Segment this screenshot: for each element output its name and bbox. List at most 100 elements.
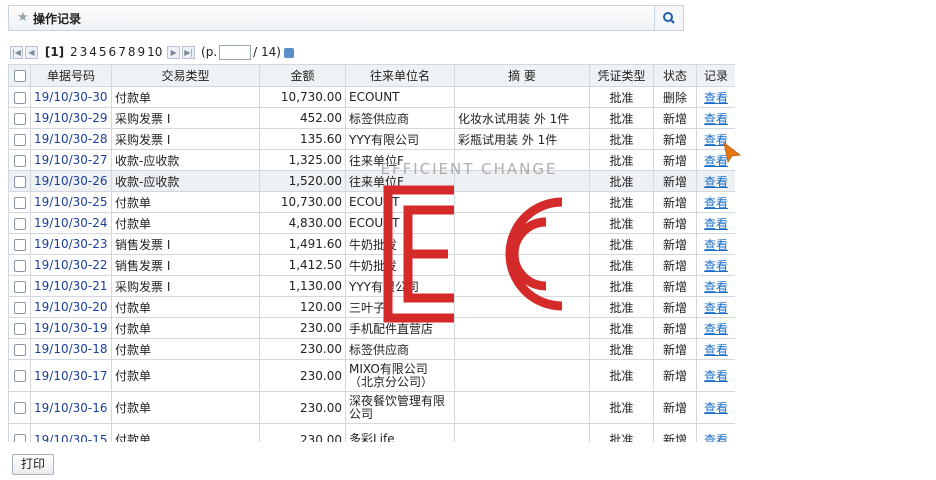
doc-number[interactable]: 19/10/30-22: [30, 254, 112, 276]
row-checkbox[interactable]: [8, 338, 31, 360]
view-record-link[interactable]: 查看: [704, 112, 728, 126]
row-checkbox[interactable]: [8, 191, 31, 213]
record-link-cell[interactable]: 查看: [696, 170, 735, 192]
table-row[interactable]: 19/10/30-22 销售发票 I 1,412.50 牛奶批发 批准 新增 查看: [8, 254, 735, 276]
view-record-link[interactable]: 查看: [704, 343, 728, 357]
view-record-link[interactable]: 查看: [704, 175, 728, 189]
row-checkbox[interactable]: [8, 233, 31, 255]
record-link-cell[interactable]: 查看: [696, 107, 735, 129]
page-link[interactable]: 6: [109, 45, 117, 59]
page-link[interactable]: 4: [89, 45, 97, 59]
table-row[interactable]: 19/10/30-21 采购发票 I 1,130.00 YYY有限公司 批准 新增 查看: [8, 275, 735, 297]
doc-number[interactable]: 19/10/30-24: [30, 212, 112, 234]
records-table-container[interactable]: 单据号码 交易类型 金额 往来单位名 摘 要 凭证类型 状态 记录 19/10/…: [8, 64, 735, 442]
record-link-cell[interactable]: 查看: [696, 212, 735, 234]
table-row[interactable]: 19/10/30-17 付款单 230.00 MIXO有限公司（北京分公司） 批准 新增查…: [8, 359, 735, 392]
doc-number[interactable]: 19/10/30-23: [30, 233, 112, 255]
last-page-button[interactable]: ▶|: [182, 46, 196, 59]
page-link[interactable]: 7: [118, 45, 126, 59]
doc-number[interactable]: 19/10/30-25: [30, 191, 112, 213]
table-row[interactable]: 19/10/30-30 付款单 10,730.00 ECOUNT 批准 删除 查看: [8, 86, 735, 108]
doc-number[interactable]: 19/10/30-27: [30, 149, 112, 171]
doc-number[interactable]: 19/10/30-15: [30, 423, 112, 442]
doc-number[interactable]: 19/10/30-20: [30, 296, 112, 318]
doc-number[interactable]: 19/10/30-28: [30, 128, 112, 150]
checkbox[interactable]: [13, 322, 26, 335]
table-row[interactable]: 19/10/30-16 付款单 230.00 深夜餐饮管理有限公司 批准 新增 查看: [8, 391, 735, 424]
row-checkbox[interactable]: [8, 359, 31, 392]
row-checkbox[interactable]: [8, 296, 31, 318]
view-record-link[interactable]: 查看: [704, 196, 728, 210]
col-header-record[interactable]: 记录: [696, 64, 735, 87]
col-header-no[interactable]: 单据号码: [30, 64, 112, 87]
row-checkbox[interactable]: [8, 275, 31, 297]
view-record-link[interactable]: 查看: [704, 259, 728, 273]
doc-number[interactable]: 19/10/30-29: [30, 107, 112, 129]
star-icon[interactable]: ★: [17, 10, 29, 25]
table-row[interactable]: 19/10/30-29 采购发票 I 452.00 标签供应商 化妆水试用装 外 1件批…: [8, 107, 735, 129]
record-link-cell[interactable]: 查看: [696, 191, 735, 213]
checkbox[interactable]: [13, 434, 26, 442]
row-checkbox[interactable]: [8, 149, 31, 171]
doc-number[interactable]: 19/10/30-26: [30, 170, 112, 192]
table-row[interactable]: 19/10/30-24 付款单 4,830.00 ECOUNT 批准 新增 查看: [8, 212, 735, 234]
checkbox[interactable]: [13, 343, 26, 356]
row-checkbox[interactable]: [8, 212, 31, 234]
row-checkbox[interactable]: [8, 86, 31, 108]
checkbox[interactable]: [13, 259, 26, 272]
record-link-cell[interactable]: 查看: [696, 338, 735, 360]
next-page-button[interactable]: ▶: [167, 46, 181, 59]
view-record-link[interactable]: 查看: [704, 217, 728, 231]
checkbox[interactable]: [13, 402, 26, 414]
view-record-link[interactable]: 查看: [704, 433, 728, 442]
table-row[interactable]: 19/10/30-23 销售发票 I 1,491.60 牛奶批发 批准 新增 查看: [8, 233, 735, 255]
checkbox[interactable]: [13, 133, 26, 146]
record-link-cell[interactable]: 查看: [696, 391, 735, 424]
record-link-cell[interactable]: 查看: [696, 86, 735, 108]
checkbox[interactable]: [13, 175, 26, 188]
record-link-cell[interactable]: 查看: [696, 317, 735, 339]
doc-number[interactable]: 19/10/30-19: [30, 317, 112, 339]
table-row[interactable]: 19/10/30-19 付款单 230.00 手机配件直营店 批准 新增 查看: [8, 317, 735, 339]
table-row[interactable]: 19/10/30-18 付款单 230.00 标签供应商 批准 新增 查看: [8, 338, 735, 360]
view-record-link[interactable]: 查看: [704, 238, 728, 252]
doc-number[interactable]: 19/10/30-18: [30, 338, 112, 360]
record-link-cell[interactable]: 查看: [696, 359, 735, 392]
checkbox[interactable]: [13, 370, 26, 382]
view-record-link[interactable]: 查看: [704, 401, 728, 415]
print-button[interactable]: 打印: [12, 454, 54, 475]
page-link[interactable]: 9: [137, 45, 145, 59]
row-checkbox[interactable]: [8, 107, 31, 129]
go-page-button[interactable]: [283, 47, 294, 58]
record-link-cell[interactable]: 查看: [696, 275, 735, 297]
page-number-input[interactable]: [219, 45, 252, 60]
checkbox[interactable]: [13, 217, 26, 230]
checkbox[interactable]: [13, 196, 26, 209]
prev-page-button[interactable]: ◀: [25, 46, 38, 59]
row-checkbox[interactable]: [8, 391, 31, 424]
col-header-summary[interactable]: 摘 要: [454, 64, 590, 87]
page-link[interactable]: 10: [147, 45, 162, 59]
checkbox[interactable]: [13, 112, 26, 125]
view-record-link[interactable]: 查看: [704, 301, 728, 315]
col-header-amount[interactable]: 金额: [259, 64, 346, 87]
page-link[interactable]: 8: [128, 45, 136, 59]
checkbox[interactable]: [13, 91, 26, 104]
view-record-link[interactable]: 查看: [704, 280, 728, 294]
checkbox[interactable]: [13, 301, 26, 314]
view-record-link[interactable]: 查看: [704, 322, 728, 336]
search-button[interactable]: [654, 6, 683, 30]
doc-number[interactable]: 19/10/30-17: [30, 359, 112, 392]
view-record-link[interactable]: 查看: [704, 369, 728, 383]
col-header-type[interactable]: 交易类型: [111, 64, 260, 87]
col-header-status[interactable]: 状态: [653, 64, 697, 87]
table-row[interactable]: 19/10/30-15 付款单 230.00 多彩Life 批准 新增 查看: [8, 423, 735, 442]
page-link[interactable]: 2: [70, 45, 78, 59]
page-link[interactable]: 5: [99, 45, 107, 59]
record-link-cell[interactable]: 查看: [696, 233, 735, 255]
view-record-link[interactable]: 查看: [704, 91, 728, 105]
row-checkbox[interactable]: [8, 128, 31, 150]
record-link-cell[interactable]: 查看: [696, 423, 735, 442]
row-checkbox[interactable]: [8, 254, 31, 276]
col-header-voucher[interactable]: 凭证类型: [589, 64, 654, 87]
